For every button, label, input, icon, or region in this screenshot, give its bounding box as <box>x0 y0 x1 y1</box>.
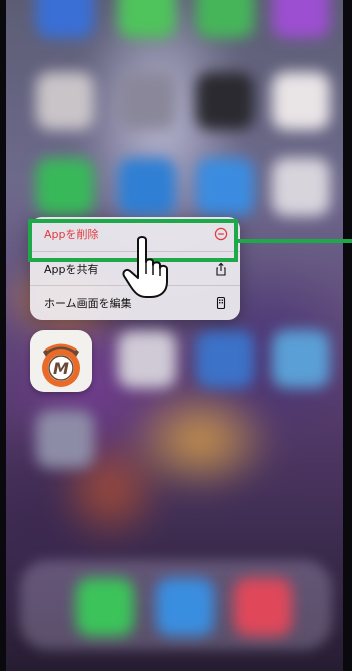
edit-home-screen-label: ホーム画面を編集 <box>44 296 132 310</box>
phone-screen-icon <box>216 296 226 309</box>
blurred-app-icon <box>36 72 94 130</box>
blurred-app-icon <box>272 330 330 388</box>
screen-edge-right <box>343 0 352 671</box>
blurred-app-icon <box>118 158 176 216</box>
blurred-app-icon <box>118 330 176 388</box>
blurred-app-icon <box>36 158 94 216</box>
moneyforward-style-app-icon: M <box>42 343 80 387</box>
blurred-app-icon <box>118 72 176 130</box>
blurred-app-icon <box>196 330 254 388</box>
blurred-dock-app-icon <box>234 578 292 636</box>
screen-edge-left <box>0 0 6 671</box>
share-app-label: Appを共有 <box>44 262 99 276</box>
blurred-app-icon <box>36 410 94 468</box>
app-icon[interactable]: M <box>30 330 92 392</box>
pointing-hand-icon <box>122 236 168 298</box>
blurred-app-icon <box>272 0 330 38</box>
blurred-dock-safari-icon <box>156 578 214 636</box>
highlight-callout-line <box>238 239 352 243</box>
app-logo-letter: M <box>53 359 69 378</box>
blurred-app-icon <box>196 72 254 130</box>
blurred-app-icon <box>196 158 254 216</box>
blurred-app-icon <box>272 158 330 216</box>
blurred-app-icon <box>272 72 330 130</box>
share-icon <box>216 262 226 276</box>
blurred-app-icon <box>36 0 94 38</box>
blurred-dock-phone-icon <box>76 578 134 636</box>
blurred-app-icon <box>118 0 176 38</box>
home-screen: Appを削除 Appを共有 ホーム画面を編集 M <box>0 0 352 671</box>
blurred-app-icon <box>196 0 254 38</box>
